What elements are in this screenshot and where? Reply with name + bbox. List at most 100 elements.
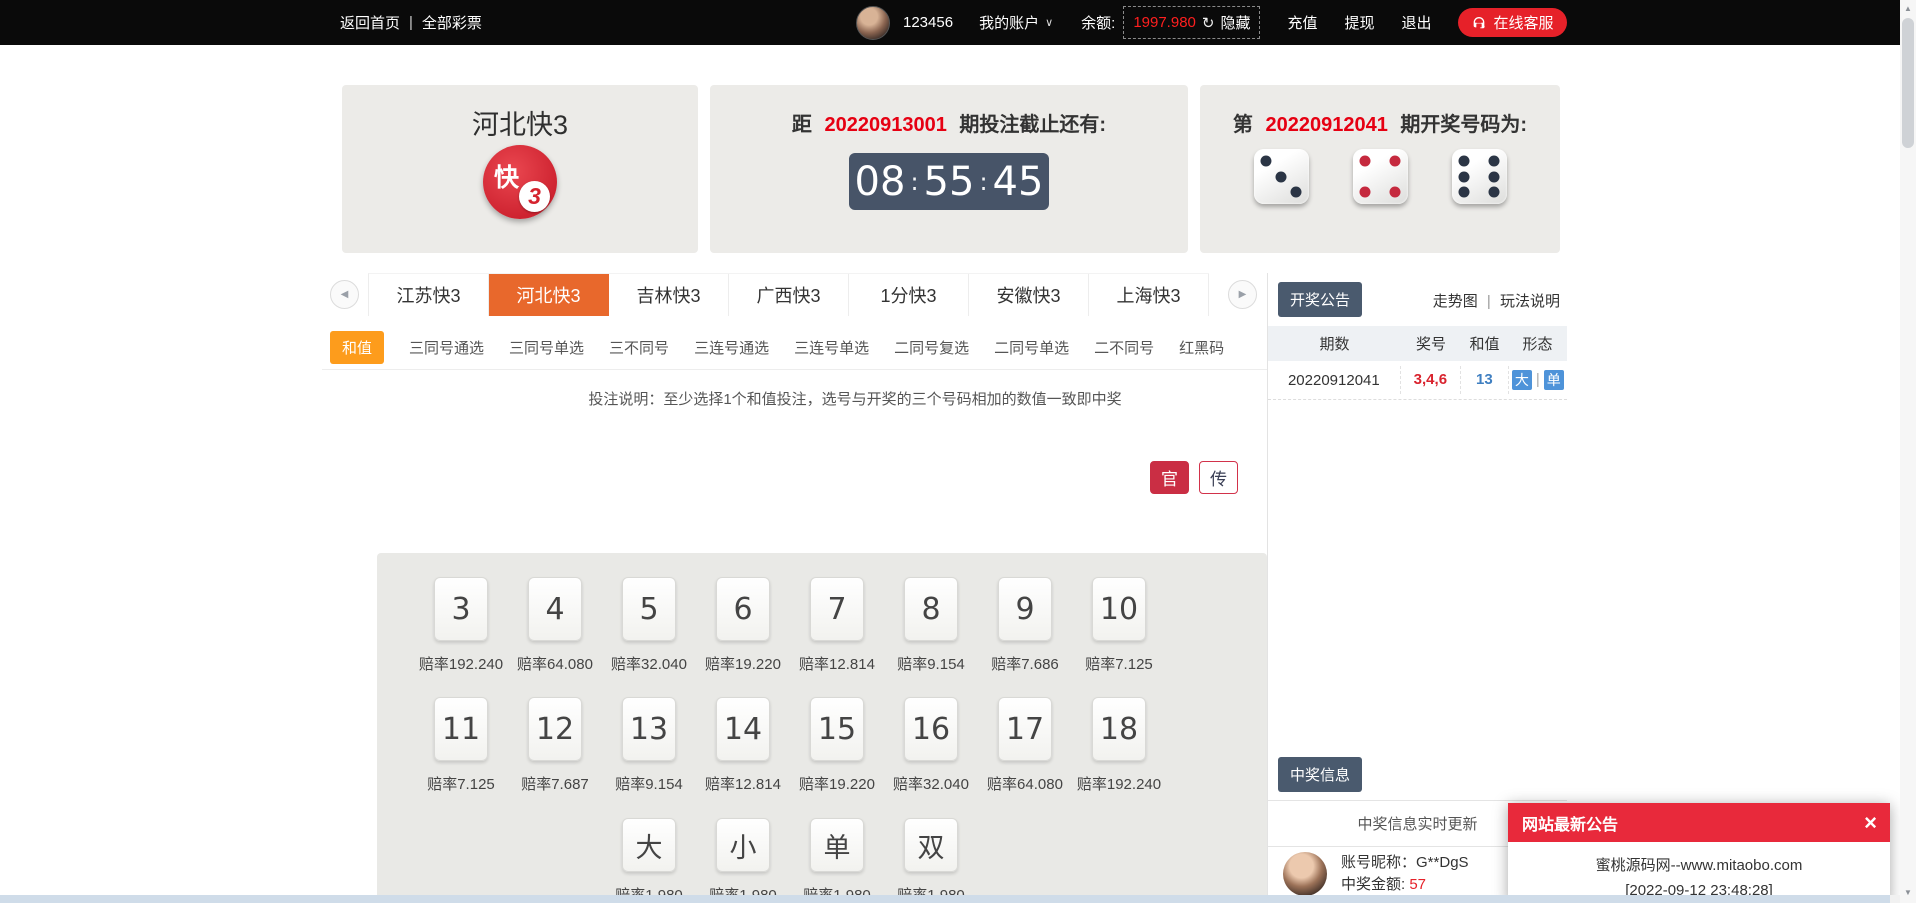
vertical-scrollbar-thumb[interactable] <box>1902 18 1914 148</box>
game-tab-广西快3[interactable]: 广西快3 <box>729 274 849 316</box>
bet-option-双[interactable]: 双 <box>904 818 958 872</box>
bet-cell: 15赔率19.220 <box>790 697 884 794</box>
game-tab-安徽快3[interactable]: 安徽快3 <box>969 274 1089 316</box>
die-dot <box>1359 156 1370 167</box>
bet-option-17[interactable]: 17 <box>998 697 1052 761</box>
play-tab-和值[interactable]: 和值 <box>330 331 384 364</box>
bet-cell: 12 赔率7.687 <box>508 697 602 794</box>
scroll-down-icon[interactable]: ▼ <box>1900 888 1916 897</box>
vertical-scrollbar[interactable]: ▲ ▼ <box>1900 0 1916 903</box>
logout-link[interactable]: 退出 <box>1402 12 1432 33</box>
all-lottery-link[interactable]: 全部彩票 <box>422 12 482 33</box>
bet-option-4[interactable]: 4 <box>528 577 582 641</box>
draw-announcement-tab[interactable]: 开奖公告 <box>1278 282 1362 317</box>
headset-icon <box>1471 15 1487 31</box>
play-tab-三同号通选[interactable]: 三同号通选 <box>409 337 484 358</box>
horizontal-scrollbar-thumb[interactable] <box>0 895 1890 903</box>
die-dot <box>1458 186 1469 197</box>
refresh-icon[interactable]: ↻ <box>1202 14 1215 32</box>
lottery-page: 返回首页 | 全部彩票 123456 我的账户 ∨ 余额: 1997.980 ↻… <box>0 0 1916 903</box>
bet-row-options: 大赔率1.980小赔率1.980单赔率1.980双赔率1.980 <box>602 818 978 903</box>
bet-cell: 11 赔率7.125 <box>414 697 508 794</box>
play-tab-三连号单选[interactable]: 三连号单选 <box>794 337 869 358</box>
traditional-mode-button[interactable]: 传 <box>1199 461 1238 494</box>
tabs-scroll-left-button[interactable]: ◀ <box>330 280 359 309</box>
kuai3-logo: 快 3 <box>483 145 557 219</box>
tabs-scroll-right-button[interactable]: ▶ <box>1228 280 1257 309</box>
scroll-up-icon[interactable]: ▲ <box>1900 4 1916 13</box>
odds-label: 赔率7.687 <box>521 773 589 794</box>
official-mode-button[interactable]: 官 <box>1150 461 1189 494</box>
die-dot <box>1260 156 1271 167</box>
play-tab-二同号复选[interactable]: 二同号复选 <box>894 337 969 358</box>
bet-cell: 5赔率32.040 <box>602 577 696 674</box>
play-tab-红黑码[interactable]: 红黑码 <box>1179 337 1224 358</box>
bet-cell: 双赔率1.980 <box>884 818 978 903</box>
trend-chart-link[interactable]: 走势图 <box>1433 293 1478 310</box>
user-avatar[interactable] <box>856 6 890 40</box>
odds-label: 赔率192.240 <box>419 653 503 674</box>
odds-label: 赔率7.125 <box>427 773 495 794</box>
play-tab-三连号通选[interactable]: 三连号通选 <box>694 337 769 358</box>
hide-balance-button[interactable]: 隐藏 <box>1220 12 1250 33</box>
play-tab-三同号单选[interactable]: 三同号单选 <box>509 337 584 358</box>
play-tab-二不同号[interactable]: 二不同号 <box>1094 337 1154 358</box>
bet-option-10[interactable]: 10 <box>1092 577 1146 641</box>
game-tab-江苏快3[interactable]: 江苏快3 <box>369 274 489 316</box>
my-account-label: 我的账户 <box>979 12 1039 33</box>
bet-option-14[interactable]: 14 <box>716 697 770 761</box>
bet-option-9[interactable]: 9 <box>998 577 1052 641</box>
bet-option-小[interactable]: 小 <box>716 818 770 872</box>
close-icon[interactable]: × <box>1864 813 1877 833</box>
divider-line <box>322 369 1267 370</box>
bet-option-18[interactable]: 18 <box>1092 697 1146 761</box>
odds-label: 赔率32.040 <box>893 773 969 794</box>
bet-option-16[interactable]: 16 <box>904 697 958 761</box>
balance-box[interactable]: 1997.980 ↻ 隐藏 <box>1123 6 1260 39</box>
my-account-menu[interactable]: 我的账户 ∨ <box>979 12 1053 33</box>
die-dot <box>1359 186 1370 197</box>
back-home-link[interactable]: 返回首页 <box>340 12 400 33</box>
odds-label: 赔率19.220 <box>705 653 781 674</box>
play-rules-link[interactable]: 玩法说明 <box>1500 293 1560 310</box>
bet-option-大[interactable]: 大 <box>622 818 676 872</box>
bet-option-单[interactable]: 单 <box>810 818 864 872</box>
winning-info-tab[interactable]: 中奖信息 <box>1278 757 1362 792</box>
header-shape: 形态 <box>1508 333 1567 354</box>
bet-cell: 小赔率1.980 <box>696 818 790 903</box>
recharge-link[interactable]: 充值 <box>1287 12 1317 33</box>
game-tab-河北快3[interactable]: 河北快3 <box>489 274 609 316</box>
game-tab-吉林快3[interactable]: 吉林快3 <box>609 274 729 316</box>
game-tab-上海快3[interactable]: 上海快3 <box>1089 274 1209 316</box>
horizontal-scrollbar[interactable] <box>0 895 1916 903</box>
play-tab-三不同号[interactable]: 三不同号 <box>609 337 669 358</box>
row-winning-numbers: 3,4,6 <box>1400 366 1460 394</box>
bet-option-11[interactable]: 11 <box>434 697 488 761</box>
number-selection-panel: 3赔率192.2404赔率64.0805赔率32.0406赔率19.2207赔率… <box>377 553 1267 903</box>
result-suffix: 期开奖号码为: <box>1400 114 1527 136</box>
game-tab-1分快3[interactable]: 1分快3 <box>849 274 969 316</box>
odds-label: 赔率7.686 <box>991 653 1059 674</box>
countdown-panel: 距 20220913001 期投注截止还有: 08 : 55 : 45 <box>710 85 1188 253</box>
withdraw-link[interactable]: 提现 <box>1345 12 1375 33</box>
row-sum-value: 13 <box>1460 366 1508 394</box>
bet-option-6[interactable]: 6 <box>716 577 770 641</box>
bet-option-15[interactable]: 15 <box>810 697 864 761</box>
shape-cell: 大|单 <box>1508 366 1567 394</box>
bet-option-3[interactable]: 3 <box>434 577 488 641</box>
countdown-timer: 08 : 55 : 45 <box>849 153 1049 210</box>
bet-option-8[interactable]: 8 <box>904 577 958 641</box>
play-tab-二同号单选[interactable]: 二同号单选 <box>994 337 1069 358</box>
bet-option-5[interactable]: 5 <box>622 577 676 641</box>
next-issue-number: 20220913001 <box>824 114 946 136</box>
popup-header: 网站最新公告 × <box>1508 803 1890 842</box>
bet-option-7[interactable]: 7 <box>810 577 864 641</box>
bet-row-1: 3赔率192.2404赔率64.0805赔率32.0406赔率19.2207赔率… <box>414 577 1166 674</box>
die-dot <box>1390 156 1401 167</box>
customer-service-button[interactable]: 在线客服 <box>1458 8 1567 37</box>
timer-hours: 08 <box>855 159 906 205</box>
bet-option-12[interactable]: 12 <box>528 697 582 761</box>
bet-cell: 大赔率1.980 <box>602 818 696 903</box>
bet-option-13[interactable]: 13 <box>622 697 676 761</box>
winner-info: 账号昵称：G**DgS 中奖金额: 57 <box>1341 852 1469 896</box>
